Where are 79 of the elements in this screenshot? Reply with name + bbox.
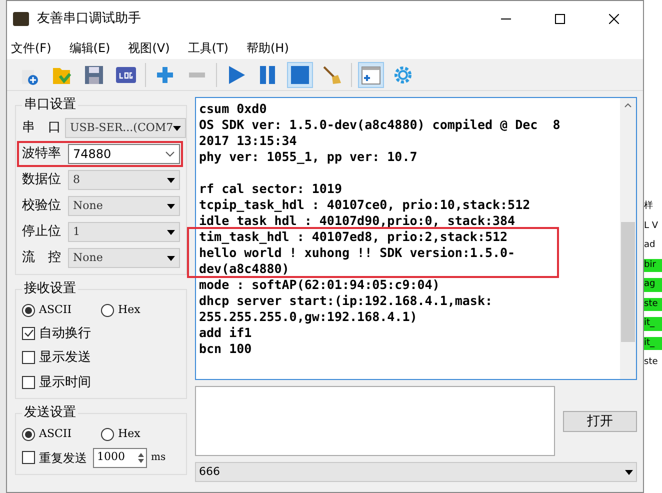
radio-label: Hex [118,426,140,442]
log-line: OS SDK ver: 1.5.0-dev(a8c4880) compiled @ Dec 8 [199,117,562,133]
radio-button[interactable] [101,428,114,441]
open-button[interactable]: 打开 [563,410,637,432]
radio-button[interactable] [22,428,35,441]
radio-label: ASCII [39,302,72,318]
radio-button[interactable] [101,304,114,317]
log-line: 255.255.255.0,gw:192.168.4.1) [199,309,418,325]
background-text: L V [644,220,660,232]
app-icon [13,12,29,26]
dropdown-value: USB-SER...(COM7 [70,120,174,136]
background-text: bir [644,258,662,272]
checkbox-label: 显示发送 [39,349,91,367]
unit-label: ms [151,451,166,465]
background-text: ste [644,356,659,369]
radio-label: Hex [118,302,140,318]
dropdown-arrow-icon [167,204,175,208]
dropdown-arrow-icon [167,230,175,234]
interval-spinbox[interactable]: 1000 [93,448,147,468]
dropdown-arrow-icon [625,470,633,474]
field-label: 串 口 [22,119,61,138]
log-line: mode : softAP(62:01:94:05:c9:04) [199,277,441,293]
log-line: add if1 [199,325,253,341]
log-line: idle task hdl : 40107d90,prio:0, stack:384 [199,213,516,229]
field-label: 数据位 [22,171,62,190]
background-text: ad [644,239,656,252]
checkbox-label: 自动换行 [39,324,91,342]
radio-button[interactable] [22,304,35,317]
radio-label: ASCII [39,426,72,442]
background-text: 样 [644,200,654,213]
menu-item[interactable]: 文件(F) [11,39,52,57]
background-text: ag [644,278,662,292]
log-line: phy ver: 1055_1, pp ver: 10.7 [199,149,418,165]
stop-icon[interactable] [287,62,313,88]
group-title: 接收设置 [22,281,78,297]
menu-item[interactable]: 视图(V) [128,39,170,57]
maximize-icon [555,14,565,24]
spin-arrows-icon [136,450,146,464]
checkbox-label: 重复发送 [39,450,87,466]
log-line: rf cal sector: 1019 [199,181,343,197]
dropdown[interactable]: 74880 [68,144,180,164]
checkbox[interactable] [22,376,35,389]
dropdown-value: None [73,198,103,214]
field-label: 流 控 [22,249,62,268]
background-text: ste [644,298,662,311]
dropdown-arrow-icon [167,256,175,260]
log-line: csum 0xd0 [199,101,268,117]
dropdown-arrow-icon [173,126,182,130]
dropdown-value: 8 [73,172,80,188]
log-line: dhcp server start:(ip:192.168.4.1,mask: [199,293,494,309]
log-line: bcn 100 [199,341,253,357]
menu-item[interactable]: 帮助(H) [246,39,289,57]
scrollbar[interactable] [620,98,636,379]
log-line: 2017 13:15:34 [199,133,298,149]
field-label: 波特率 [22,145,62,164]
dropdown-value: 74880 [73,146,112,163]
dropdown-value: 1 [73,224,80,240]
log-line: tcpip_task_hdl : 40107ce0, prio:10,stack:512 [199,197,532,213]
dropdown-value: None [73,250,103,266]
window-title: 友善串口调试助手 [37,10,142,28]
log-line: hello world ! xuhong !! SDK version:1.5.0- [199,245,516,261]
background-text: it_ [644,317,662,330]
menu-item[interactable]: 工具(T) [188,39,228,57]
field-label: 停止位 [22,223,62,242]
checkbox[interactable] [22,351,35,364]
log-line: tim_task_hdl : 40107ed8, prio:2,stack:512 [199,229,509,245]
checkbox[interactable] [22,326,35,340]
checkbox-label: 显示时间 [39,374,91,392]
dropdown-arrow-icon [167,178,175,182]
chevron-down-icon [165,151,175,157]
group-title: 串口设置 [22,97,78,113]
window-add-icon[interactable] [358,62,384,88]
log-line: dev(a8c4880) [199,261,290,277]
history-dropdown[interactable]: 666 [195,462,637,482]
background-text: it_ [644,336,662,350]
field-label: 校验位 [22,197,62,216]
checkbox[interactable] [22,451,35,464]
close-icon [609,14,619,24]
menu-item[interactable]: 编辑(E) [69,39,110,57]
